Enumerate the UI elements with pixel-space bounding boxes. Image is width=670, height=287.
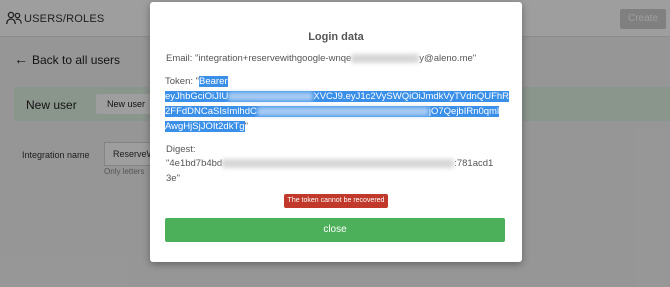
token-part-2b: XVCJ9.eyJ1c2VySWQiOiJmdkVyTVdnQUFhR [313, 91, 510, 102]
login-data-modal: Login data Email: "integration+reservewi… [150, 2, 522, 262]
modal-title: Login data [308, 31, 364, 43]
email-suffix: y@aleno.me" [419, 53, 477, 64]
digest-start: "4e1bd7b4bd [166, 158, 223, 169]
token-bearer: Bearer [199, 76, 228, 87]
token-part-3b: jO7QejbIRn0qml [428, 106, 500, 117]
token-value[interactable]: Token: "Bearer eyJhbGciOiJIU XVCJ9.eyJ1c2… [165, 74, 511, 134]
redacted-token-2 [228, 91, 314, 101]
digest-value-line-2: 3e" [166, 173, 180, 184]
token-warning-badge: The token cannot be recovered [284, 194, 388, 208]
token-row-3: 2FFdDNCaSIsImlhdC jO7QejbIRn0qml [165, 104, 511, 119]
email-line: Email: "integration+reservewithgoogle-wn… [166, 53, 476, 64]
email-prefix: Email: "integration+reservewithgoogle-wn… [166, 53, 352, 64]
redacted-email [351, 53, 420, 63]
token-row-1: Token: "Bearer [165, 74, 511, 89]
redacted-digest [222, 158, 455, 168]
token-part-4: AwgHjSjJOIt2dkTg [165, 121, 245, 132]
digest-value-line-1[interactable]: "4e1bd7b4bd :781acd1 [166, 158, 493, 169]
token-label: Token: " [165, 76, 200, 87]
token-row-4: AwgHjSjJOIt2dkTg" [165, 119, 511, 134]
token-close-quote: " [244, 121, 248, 132]
token-row-2: eyJhbGciOiJIU XVCJ9.eyJ1c2VySWQiOiJmdkVyT… [165, 89, 511, 104]
digest-end: :781acd1 [454, 158, 494, 169]
redacted-token-3 [256, 106, 429, 116]
token-part-2a: eyJhbGciOiJIU [165, 91, 229, 102]
token-part-3a: 2FFdDNCaSIsImlhdC [165, 106, 257, 117]
close-button[interactable]: close [165, 218, 505, 242]
digest-label: Digest: [166, 144, 196, 155]
